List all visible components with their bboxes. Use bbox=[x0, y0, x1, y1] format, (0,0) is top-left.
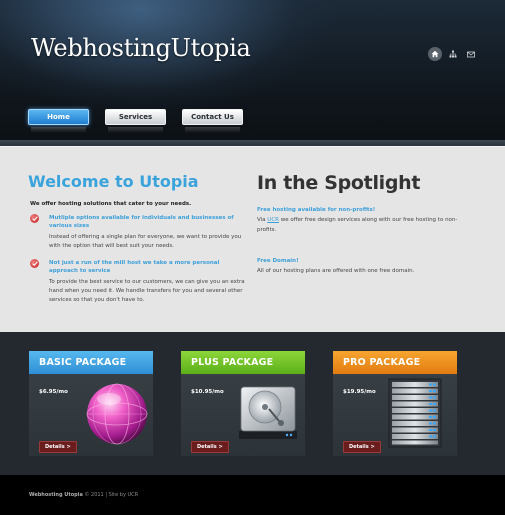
ucr-link[interactable]: UCR bbox=[267, 217, 279, 223]
footer-text: Webhosting Utopia © 2011 | Site by UCR bbox=[29, 492, 138, 498]
header-icons bbox=[428, 47, 482, 61]
spotlight-item: Free Domain! All of our hosting plans ar… bbox=[257, 257, 467, 276]
spotlight-text-before: Via bbox=[257, 217, 268, 223]
header: WebhostingUtopia Home Services Contact U… bbox=[0, 0, 505, 146]
footer: Webhosting Utopia © 2011 | Site by UCR bbox=[0, 475, 505, 515]
spotlight-item-text: All of our hosting plans are offered wit… bbox=[257, 268, 415, 274]
package-card-pro: PRO PACKAGE $19.95/mo Details > bbox=[333, 351, 457, 456]
check-icon bbox=[30, 259, 39, 268]
server-rack-icon bbox=[388, 378, 442, 448]
package-title: PLUS PACKAGE bbox=[181, 351, 305, 374]
basic-details-button[interactable]: Details > bbox=[39, 441, 77, 453]
package-price: $6.95/mo bbox=[39, 389, 68, 395]
check-icon bbox=[30, 214, 39, 223]
nav-home-label: Home bbox=[47, 113, 70, 121]
footer-brand: Webhosting Utopia bbox=[29, 492, 83, 498]
site-logo[interactable]: WebhostingUtopia bbox=[31, 34, 251, 62]
spotlight-item-text: Via UCR we offer free design services al… bbox=[257, 215, 467, 235]
mail-icon[interactable] bbox=[464, 47, 478, 61]
main-nav: Home Services Contact Us bbox=[28, 109, 259, 133]
globe-icon bbox=[86, 383, 148, 445]
home-icon[interactable] bbox=[428, 47, 442, 61]
spotlight-item: Free hosting available for non-profits! … bbox=[257, 206, 467, 235]
hard-drive-icon bbox=[239, 386, 297, 439]
package-price: $19.95/mo bbox=[343, 389, 376, 395]
nav-contact-label: Contact Us bbox=[191, 113, 234, 121]
package-title: BASIC PACKAGE bbox=[29, 351, 153, 374]
plus-details-button[interactable]: Details > bbox=[191, 441, 229, 453]
feature-item: Mutliple options available for individua… bbox=[30, 214, 245, 251]
feature-title: Mutliple options available for individua… bbox=[49, 215, 234, 229]
spotlight-text-after: we offer free design services along with… bbox=[257, 217, 458, 233]
spotlight-item-title: Free hosting available for non-profits! bbox=[257, 207, 376, 213]
welcome-title: Welcome to Utopia bbox=[28, 172, 199, 191]
pro-details-button[interactable]: Details > bbox=[343, 441, 381, 453]
feature-text: To provide the best service to our custo… bbox=[49, 279, 245, 303]
packages-section: BASIC PACKAGE $6.95/mo Details > PLUS PA… bbox=[0, 332, 505, 475]
main-content: Welcome to Utopia We offer hosting solut… bbox=[0, 146, 505, 333]
package-title: PRO PACKAGE bbox=[333, 351, 457, 374]
nav-services-button[interactable]: Services bbox=[105, 109, 166, 133]
nav-contact-button[interactable]: Contact Us bbox=[182, 109, 243, 133]
feature-text: Instead of offering a single plan for ev… bbox=[49, 234, 242, 249]
sitemap-icon[interactable] bbox=[446, 47, 460, 61]
welcome-intro: We offer hosting solutions that cater to… bbox=[30, 201, 192, 207]
package-price: $10.95/mo bbox=[191, 389, 224, 395]
feature-item: Not just a run of the mill host we take … bbox=[30, 259, 245, 305]
spotlight-item-title: Free Domain! bbox=[257, 258, 299, 264]
spotlight-title: In the Spotlight bbox=[257, 172, 421, 194]
package-card-basic: BASIC PACKAGE $6.95/mo Details > bbox=[29, 351, 153, 456]
package-card-plus: PLUS PACKAGE $10.95/mo Details > bbox=[181, 351, 305, 456]
nav-home-button[interactable]: Home bbox=[28, 109, 89, 133]
footer-copyright: © 2011 | Site by UCR bbox=[82, 492, 139, 498]
nav-services-label: Services bbox=[118, 113, 153, 121]
feature-title: Not just a run of the mill host we take … bbox=[49, 260, 220, 274]
